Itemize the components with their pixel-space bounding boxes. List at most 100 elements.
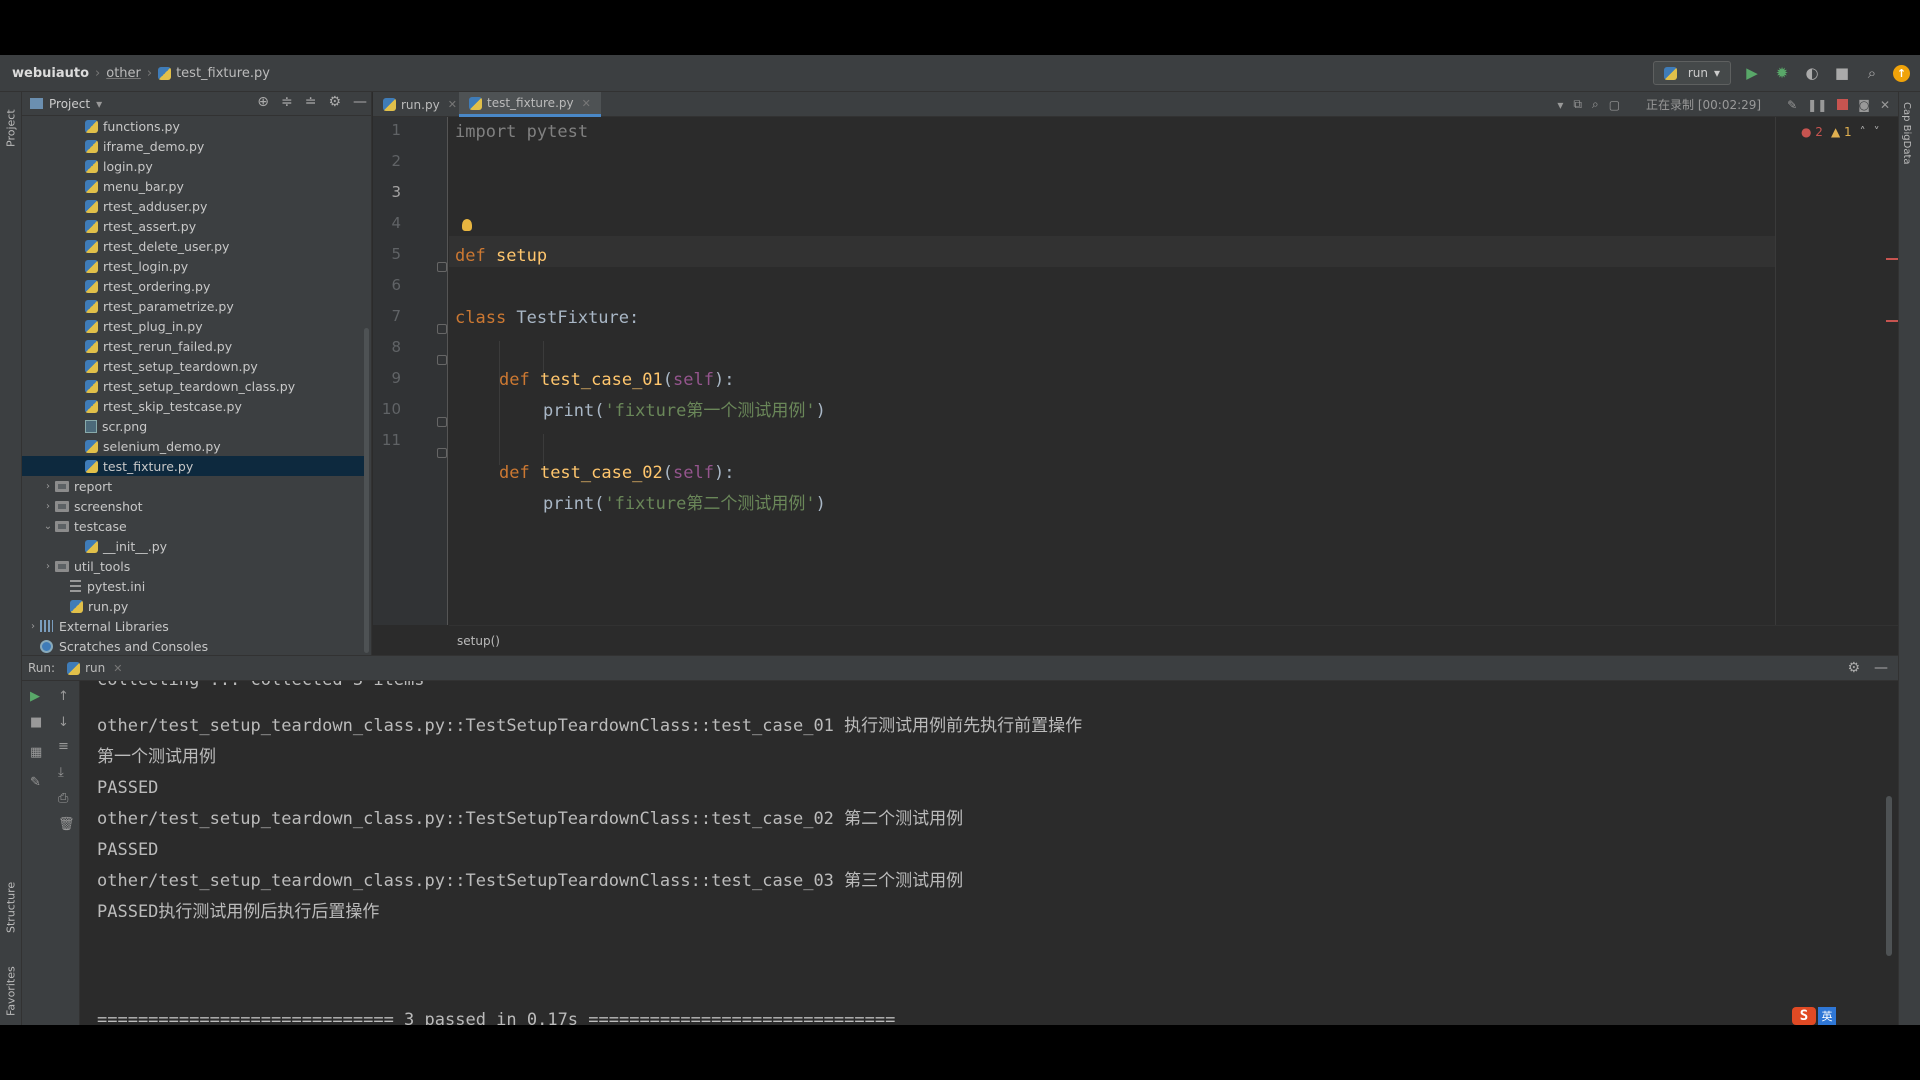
tree-item[interactable]: rtest_plug_in.py: [22, 316, 366, 336]
chevron-right-icon[interactable]: ›: [26, 621, 40, 632]
tree-item[interactable]: iframe_demo.py: [22, 136, 366, 156]
fold-icon[interactable]: [437, 417, 447, 427]
window-icon[interactable]: ▢: [1609, 98, 1620, 112]
run-icon[interactable]: ▶: [1743, 64, 1761, 82]
close-icon[interactable]: ✕: [582, 97, 591, 110]
run-tab[interactable]: run ✕: [67, 661, 122, 675]
minimize-icon[interactable]: —: [1874, 660, 1888, 676]
structure-tool-tab[interactable]: Structure: [1, 872, 21, 942]
minimize-icon[interactable]: —: [353, 94, 367, 110]
fold-icon[interactable]: [437, 355, 447, 365]
tree-item[interactable]: rtest_ordering.py: [22, 276, 366, 296]
error-marker[interactable]: [1886, 258, 1898, 260]
close-icon[interactable]: ✕: [1880, 98, 1890, 112]
tree-item[interactable]: rtest_setup_teardown_class.py: [22, 376, 366, 396]
gear-icon[interactable]: ⚙: [1847, 660, 1860, 676]
update-icon[interactable]: ↑: [1893, 64, 1910, 82]
layout-icon[interactable]: ▦: [30, 745, 42, 760]
soft-wrap-icon[interactable]: ≡: [58, 739, 69, 754]
collapse-all-icon[interactable]: ≐: [305, 94, 317, 110]
chevron-right-icon[interactable]: ›: [41, 501, 55, 512]
cap-bigdata-tool-tab[interactable]: Cap BigData: [1901, 102, 1912, 165]
chevron-right-icon[interactable]: ›: [41, 561, 55, 572]
tree-item[interactable]: menu_bar.py: [22, 176, 366, 196]
lightbulb-icon[interactable]: [462, 219, 472, 231]
tree-item[interactable]: pytest.ini: [22, 576, 366, 596]
pin-icon[interactable]: ✎: [30, 775, 41, 790]
trash-icon[interactable]: 🗑: [58, 817, 75, 832]
tree-item[interactable]: › External Libraries: [22, 616, 366, 636]
chevron-down-icon[interactable]: ▾: [1557, 98, 1563, 112]
error-marker[interactable]: [1886, 320, 1898, 322]
pause-icon[interactable]: ❚❚: [1807, 98, 1827, 112]
code-punct: ): [815, 494, 826, 514]
tree-item[interactable]: rtest_login.py: [22, 256, 366, 276]
tab-test-fixture-py[interactable]: test_fixture.py ✕: [459, 92, 601, 117]
fold-icon[interactable]: [437, 262, 447, 272]
tree-item[interactable]: scr.png: [22, 416, 366, 436]
tree-item[interactable]: rtest_delete_user.py: [22, 236, 366, 256]
tree-item[interactable]: › screenshot: [22, 496, 366, 516]
chevron-down-icon[interactable]: ⌄: [41, 521, 55, 532]
code-punct: ):: [713, 370, 735, 390]
stop-icon[interactable]: ■: [1833, 64, 1851, 82]
chevron-down-icon[interactable]: ˅: [1874, 125, 1880, 139]
arrow-down-icon[interactable]: ↓: [58, 715, 69, 730]
pen-icon[interactable]: ✎: [1787, 98, 1797, 112]
tree-item[interactable]: rtest_parametrize.py: [22, 296, 366, 316]
project-scrollbar[interactable]: [364, 328, 369, 653]
tree-item[interactable]: login.py: [22, 156, 366, 176]
expand-all-icon[interactable]: ≑: [281, 94, 293, 110]
chevron-down-icon[interactable]: ▾: [96, 97, 102, 111]
ime-indicator[interactable]: S 英: [1792, 1007, 1836, 1025]
run-configuration-select[interactable]: run ▾: [1652, 61, 1731, 85]
editor-breadcrumb[interactable]: setup(): [457, 634, 500, 648]
print-icon[interactable]: ⎙: [58, 791, 68, 806]
inspection-widget[interactable]: ● 2 ▲ 1 ˄ ˅: [1801, 125, 1880, 139]
console-line: PASSED: [97, 840, 159, 860]
camera-icon[interactable]: ◙: [1858, 98, 1870, 112]
tree-item[interactable]: rtest_skip_testcase.py: [22, 396, 366, 416]
tree-item[interactable]: Scratches and Consoles: [22, 636, 366, 656]
fold-icon[interactable]: [437, 448, 447, 458]
tree-item[interactable]: functions.py: [22, 116, 366, 136]
breadcrumb-file[interactable]: test_fixture.py: [158, 66, 270, 81]
rerun-icon[interactable]: ▶: [30, 689, 40, 704]
chevron-up-icon[interactable]: ˄: [1860, 125, 1866, 139]
tree-item[interactable]: › report: [22, 476, 366, 496]
record-stop-icon[interactable]: [1837, 99, 1849, 110]
tree-item[interactable]: › util_tools: [22, 556, 366, 576]
arrow-up-icon[interactable]: ↑: [58, 689, 69, 704]
stop-icon[interactable]: ■: [30, 715, 42, 730]
tree-item[interactable]: rtest_assert.py: [22, 216, 366, 236]
tree-item[interactable]: rtest_adduser.py: [22, 196, 366, 216]
search-icon[interactable]: ⌕: [1863, 64, 1881, 82]
tree-item[interactable]: rtest_rerun_failed.py: [22, 336, 366, 356]
fold-icon[interactable]: [437, 324, 447, 334]
tree-item[interactable]: run.py: [22, 596, 366, 616]
tree-item[interactable]: __init__.py: [22, 536, 366, 556]
console-output[interactable]: collecting ... collected 3 items other/t…: [81, 681, 1898, 1025]
debug-icon[interactable]: ✹: [1773, 64, 1791, 82]
coverage-icon[interactable]: ◐: [1803, 64, 1821, 82]
close-icon[interactable]: ✕: [448, 98, 457, 111]
tab-run-py[interactable]: run.py ✕: [373, 92, 467, 117]
tree-item[interactable]: selenium_demo.py: [22, 436, 366, 456]
zoom-icon[interactable]: ⌕: [1592, 97, 1599, 112]
project-panel-title[interactable]: Project: [49, 97, 90, 111]
breadcrumb-folder[interactable]: other: [106, 66, 141, 81]
code-editor[interactable]: import pytest def setup class TestFixtur…: [449, 117, 1775, 625]
gear-icon[interactable]: ⚙: [328, 94, 341, 110]
close-icon[interactable]: ✕: [113, 662, 122, 675]
locate-file-icon[interactable]: ⊕: [257, 94, 269, 110]
tree-item[interactable]: rtest_setup_teardown.py: [22, 356, 366, 376]
breadcrumb-project[interactable]: webuiauto: [12, 66, 89, 81]
chevron-right-icon[interactable]: ›: [41, 481, 55, 492]
copy-icon[interactable]: ⧉: [1573, 97, 1582, 112]
console-scrollbar[interactable]: [1886, 796, 1892, 956]
project-tool-tab[interactable]: Project: [1, 98, 21, 158]
scroll-to-end-icon[interactable]: ⤓: [58, 765, 64, 780]
favorites-tool-tab[interactable]: Favorites: [1, 960, 21, 1022]
tree-item[interactable]: test_fixture.py: [22, 456, 366, 476]
tree-item[interactable]: ⌄ testcase: [22, 516, 366, 536]
